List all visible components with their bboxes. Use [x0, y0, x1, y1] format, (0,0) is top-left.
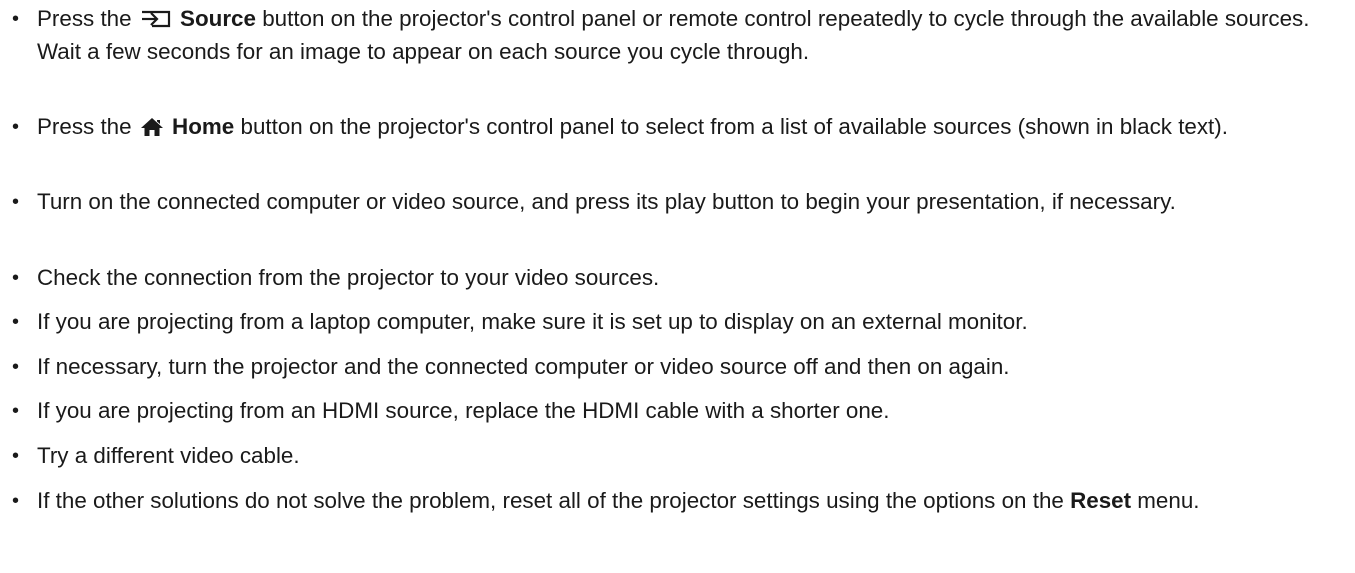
list-item: • If you are projecting from a laptop co… [0, 307, 1355, 337]
list-item-text: If the other solutions do not solve the … [37, 486, 1337, 516]
list-item-text: Check the connection from the projector … [37, 265, 660, 290]
list-item-text: If you are projecting from an HDMI sourc… [37, 398, 890, 423]
source-button-label: Source [180, 6, 256, 31]
bullet: • [12, 311, 20, 333]
item-text-suffix: menu. [1131, 488, 1200, 513]
list-item: • Turn on the connected computer or vide… [0, 187, 1355, 217]
list-item-text: Press the Source button on the projector… [37, 4, 1337, 67]
item-text-prefix: Press the [37, 6, 138, 31]
item-text-prefix: If the other solutions do not solve the … [37, 488, 1071, 513]
bullet: • [12, 8, 20, 30]
list-item-text: If you are projecting from a laptop comp… [37, 309, 1028, 334]
bullet: • [12, 490, 20, 512]
list-item: • If necessary, turn the projector and t… [0, 352, 1355, 382]
bullet: • [12, 400, 20, 422]
list-item: • Check the connection from the projecto… [0, 263, 1355, 293]
item-text-prefix: Press the [37, 114, 138, 139]
list-item: • Press the Home button on the projector… [0, 112, 1355, 145]
list-item-text: Press the Home button on the projector's… [37, 112, 1337, 145]
bullet: • [12, 191, 20, 213]
list-item-text: If necessary, turn the projector and the… [37, 354, 1010, 379]
list-item: • Try a different video cable. [0, 441, 1355, 471]
bullet: • [12, 267, 20, 289]
bullet: • [12, 356, 20, 378]
reset-menu-label: Reset [1070, 488, 1132, 513]
bullet: • [12, 445, 20, 467]
list-item: • If the other solutions do not solve th… [0, 486, 1355, 516]
list-item: • If you are projecting from an HDMI sou… [0, 396, 1355, 426]
home-button-label: Home [172, 114, 235, 139]
item-text-suffix: button on the projector's control panel … [234, 114, 1228, 139]
list-item: • Press the Source button on the project… [0, 4, 1355, 67]
list-item-text: Turn on the connected computer or video … [37, 189, 1176, 214]
source-icon [140, 7, 172, 37]
home-icon [140, 115, 164, 145]
bullet: • [12, 116, 20, 138]
list-item-text: Try a different video cable. [37, 443, 300, 468]
